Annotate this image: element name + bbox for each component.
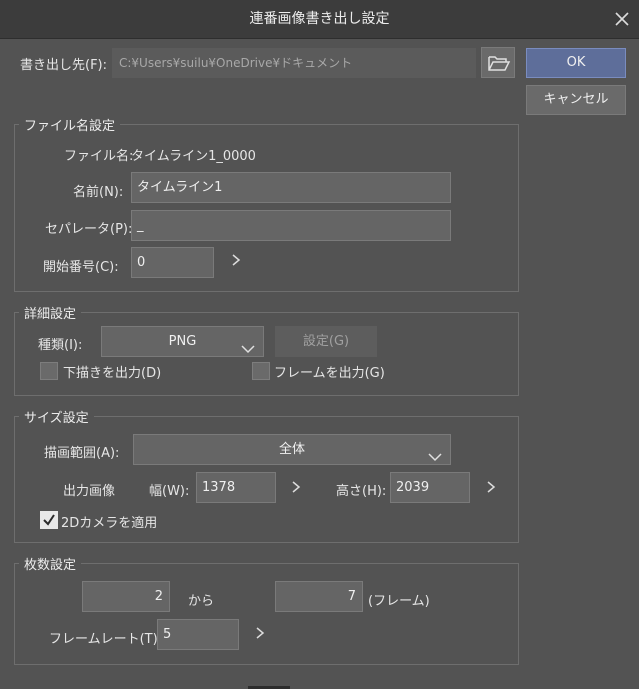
chevron-down-icon xyxy=(241,336,255,365)
detail-group xyxy=(14,312,519,396)
output-path-label: 書き出し先(F): xyxy=(20,58,108,73)
from-label: から xyxy=(188,594,215,609)
window-title: 連番画像書き出し設定 xyxy=(249,11,390,27)
draft-checkbox[interactable] xyxy=(40,362,58,380)
filename-group-title: ファイル名設定 xyxy=(19,115,121,134)
count-group xyxy=(14,563,519,665)
browse-folder-button[interactable] xyxy=(481,47,515,78)
output-path-field: C:¥Users¥suilu¥OneDrive¥ドキュメント xyxy=(112,48,476,78)
filename-preview-value: タイムライン1_0000 xyxy=(131,149,256,164)
cancel-button[interactable]: キャンセル xyxy=(526,85,626,115)
chevron-right-icon[interactable] xyxy=(486,480,496,498)
close-icon[interactable] xyxy=(612,9,632,29)
ok-button[interactable]: OK xyxy=(526,48,626,78)
count-group-title: 枚数設定 xyxy=(19,554,82,573)
type-label: 種類(I): xyxy=(38,338,83,353)
height-label: 高さ(H): xyxy=(336,484,387,499)
size-group-title: サイズ設定 xyxy=(19,407,94,426)
frame-unit-label: (フレーム) xyxy=(368,594,430,609)
format-settings-button[interactable]: 設定(G) xyxy=(275,326,377,357)
type-select[interactable]: PNG xyxy=(101,326,264,357)
frame-label: フレームを出力(G) xyxy=(274,366,385,381)
height-input[interactable]: 2039 xyxy=(390,472,470,503)
chevron-right-icon[interactable] xyxy=(255,626,265,644)
detail-group-title: 詳細設定 xyxy=(19,303,82,322)
separator-label: セパレータ(P): xyxy=(45,222,133,237)
start-number-input[interactable]: 0 xyxy=(131,247,214,278)
apply-2d-camera-label: 2Dカメラを適用 xyxy=(61,516,158,531)
output-image-label: 出力画像 xyxy=(63,484,116,499)
name-input[interactable]: タイムライン1 xyxy=(131,172,451,203)
check-icon xyxy=(42,513,56,531)
folder-open-icon xyxy=(487,53,511,77)
chevron-right-icon[interactable] xyxy=(291,480,301,498)
frame-rate-input[interactable]: 5 xyxy=(157,619,239,650)
frame-checkbox[interactable] xyxy=(252,362,270,380)
from-frame-input[interactable]: 2 xyxy=(82,581,170,612)
draft-label: 下描きを出力(D) xyxy=(63,366,162,381)
frame-rate-label: フレームレート(T): xyxy=(49,632,163,647)
chevron-down-icon xyxy=(428,444,442,473)
to-frame-input[interactable]: 7 xyxy=(275,581,363,612)
render-range-label: 描画範囲(A): xyxy=(44,446,120,461)
apply-2d-camera-checkbox[interactable] xyxy=(40,511,58,529)
start-number-label: 開始番号(C): xyxy=(43,260,119,275)
chevron-right-icon[interactable] xyxy=(231,253,241,271)
width-label: 幅(W): xyxy=(149,484,190,499)
filename-preview-label: ファイル名: xyxy=(64,149,134,164)
width-input[interactable]: 1378 xyxy=(196,472,276,503)
render-range-value: 全体 xyxy=(278,442,305,457)
type-select-value: PNG xyxy=(168,334,197,349)
name-label: 名前(N): xyxy=(73,185,124,200)
separator-input[interactable]: _ xyxy=(131,210,451,241)
render-range-select[interactable]: 全体 xyxy=(133,434,451,465)
